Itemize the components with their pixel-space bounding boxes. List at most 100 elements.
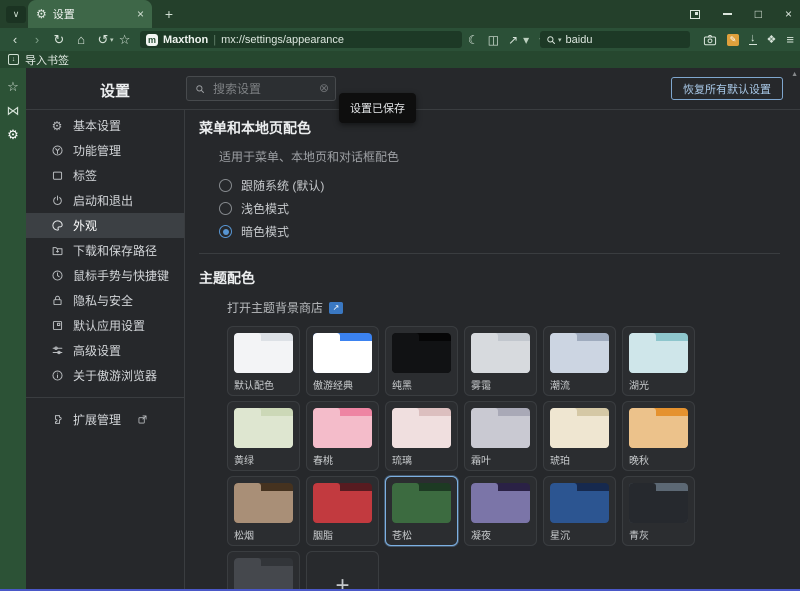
sidebar-item-gear[interactable]: ⚙基本设置	[26, 113, 184, 138]
swatch-body	[629, 416, 688, 448]
sidebar-item-advanced[interactable]: 高级设置	[26, 338, 184, 363]
theme-cell[interactable]: 纯黑	[385, 326, 458, 396]
swatch-body	[550, 491, 609, 523]
theme-cell[interactable]: 雾霭	[464, 326, 537, 396]
radio-icon[interactable]	[219, 202, 232, 215]
reload-icon[interactable]: ↻	[48, 32, 70, 48]
maxnote-icon[interactable]: ✎	[727, 34, 739, 46]
share-dropdown-icon[interactable]: ▾	[523, 33, 529, 47]
scrollbar-up-icon[interactable]: ▲	[791, 71, 798, 78]
theme-cell[interactable]: 霜叶	[464, 401, 537, 471]
theme-cell[interactable]: 湖光	[622, 326, 695, 396]
swatch-body	[313, 341, 372, 373]
sidebar-item-features[interactable]: 功能管理	[26, 138, 184, 163]
color-mode-option[interactable]: 浅色模式	[219, 197, 800, 220]
swatch-tab-notch	[392, 483, 419, 491]
reading-mode-icon[interactable]: ☾	[468, 33, 479, 47]
extensions-icon[interactable]: ❖	[767, 33, 777, 46]
swatch-body	[392, 341, 451, 373]
import-bookmarks-button[interactable]: 导入书签	[25, 52, 69, 68]
sidebar-item-tabs[interactable]: 标签	[26, 163, 184, 188]
close-window-icon[interactable]: ×	[785, 8, 792, 20]
passkeeper-strip-icon[interactable]: ⋈	[7, 104, 20, 117]
swatch-tab-notch	[629, 408, 656, 416]
sidebar-item-label: 标签	[73, 167, 97, 184]
swatch-tab-notch	[234, 333, 261, 341]
sidebar-item-gestures[interactable]: 鼠标手势与快捷键	[26, 263, 184, 288]
home-icon[interactable]: ⌂	[70, 32, 92, 47]
add-theme-cell[interactable]: +	[306, 551, 379, 591]
titlebar: ∨ ⚙ 设置 × + □ ×	[0, 0, 800, 28]
new-tab-button[interactable]: +	[160, 5, 178, 23]
swatch-body	[550, 416, 609, 448]
swatch-body	[471, 341, 530, 373]
tab-close-icon[interactable]: ×	[137, 8, 144, 20]
back-icon[interactable]: ‹	[4, 32, 26, 47]
sidebar-item-apps[interactable]: 默认应用设置	[26, 313, 184, 338]
forward-icon[interactable]: ›	[26, 32, 48, 47]
radio-icon[interactable]	[219, 179, 232, 192]
theme-cell[interactable]: 春桃	[306, 401, 379, 471]
swatch-body	[629, 341, 688, 373]
main-menu-icon[interactable]: ≡	[786, 32, 794, 47]
theme-swatch	[392, 408, 451, 448]
theme-cell[interactable]: 胭脂	[306, 476, 379, 546]
minimize-icon[interactable]	[723, 13, 732, 15]
theme-cell[interactable]: 黄绿	[227, 401, 300, 471]
swatch-tab-notch	[313, 408, 340, 416]
sidebar-item-lock[interactable]: 隐私与安全	[26, 288, 184, 313]
address-bar[interactable]: m Maxthon | mx://settings/appearance	[140, 31, 462, 48]
tab-list-dropdown-button[interactable]: ∨	[6, 6, 26, 23]
theme-cell[interactable]: 凝夜	[464, 476, 537, 546]
sidebar-item-label: 扩展管理	[73, 411, 121, 428]
color-mode-option[interactable]: 跟随系统 (默认)	[219, 174, 800, 197]
favorites-strip-icon[interactable]: ☆	[7, 80, 19, 93]
boss-key-icon[interactable]	[690, 10, 700, 19]
quick-search-box[interactable]: ▾ baidu	[540, 31, 690, 48]
restore-defaults-button[interactable]: 恢复所有默认设置	[671, 77, 783, 100]
maximize-icon[interactable]: □	[755, 8, 762, 20]
theme-swatch	[629, 483, 688, 523]
theme-name: 霜叶	[471, 452, 530, 467]
screenshot-camera-icon[interactable]	[703, 34, 717, 46]
url-text: mx://settings/appearance	[221, 34, 344, 46]
theme-cell[interactable]: 潮流	[543, 326, 616, 396]
swatch-body	[234, 566, 293, 591]
tab-settings[interactable]: ⚙ 设置 ×	[28, 0, 152, 28]
swatch-body	[629, 491, 688, 523]
theme-cell[interactable]: 星沉	[543, 476, 616, 546]
theme-store-link[interactable]: 打开主题背景商店	[227, 299, 323, 316]
swatch-tab-notch	[234, 483, 261, 491]
theme-cell[interactable]: 暗夜	[227, 551, 300, 591]
theme-cell[interactable]: 琉璃	[385, 401, 458, 471]
swatch-body	[392, 416, 451, 448]
theme-cell[interactable]: 琥珀	[543, 401, 616, 471]
sidebar-item-extensions[interactable]: 扩展管理	[26, 407, 184, 432]
theme-swatch	[234, 333, 293, 373]
theme-name: 青灰	[629, 527, 688, 542]
settings-search-input[interactable]	[187, 77, 335, 100]
settings-strip-icon[interactable]: ⚙	[7, 128, 19, 141]
theme-cell[interactable]: 傲游经典	[306, 326, 379, 396]
theme-cell[interactable]: 苍松	[385, 476, 458, 546]
downloads-icon[interactable]: ↓	[749, 34, 757, 45]
section-title-themes: 主题配色	[199, 268, 800, 288]
sidebar-item-appearance[interactable]: 外观	[26, 213, 184, 238]
sidebar-item-folder[interactable]: 下载和保存路径	[26, 238, 184, 263]
open-store-icon[interactable]: ↗	[329, 302, 343, 314]
theme-swatch	[471, 333, 530, 373]
reader-panel-icon[interactable]: ◫	[488, 33, 499, 47]
theme-cell[interactable]: 默认配色	[227, 326, 300, 396]
sidebar-item-about[interactable]: 关于傲游浏览器	[26, 363, 184, 388]
bookmark-star-icon[interactable]: ☆	[114, 32, 136, 48]
radio-checked-icon[interactable]	[219, 225, 232, 238]
theme-name: 凝夜	[471, 527, 530, 542]
theme-cell[interactable]: 青灰	[622, 476, 695, 546]
share-icon[interactable]: ↗	[508, 33, 518, 47]
theme-cell[interactable]: 松烟	[227, 476, 300, 546]
sidebar-item-power[interactable]: 启动和退出	[26, 188, 184, 213]
clear-search-icon[interactable]: ⊗	[319, 81, 329, 95]
theme-cell[interactable]: 晚秋	[622, 401, 695, 471]
color-mode-option[interactable]: 暗色模式	[219, 220, 800, 243]
search-engine-dropdown-icon[interactable]: ▾	[558, 36, 562, 44]
